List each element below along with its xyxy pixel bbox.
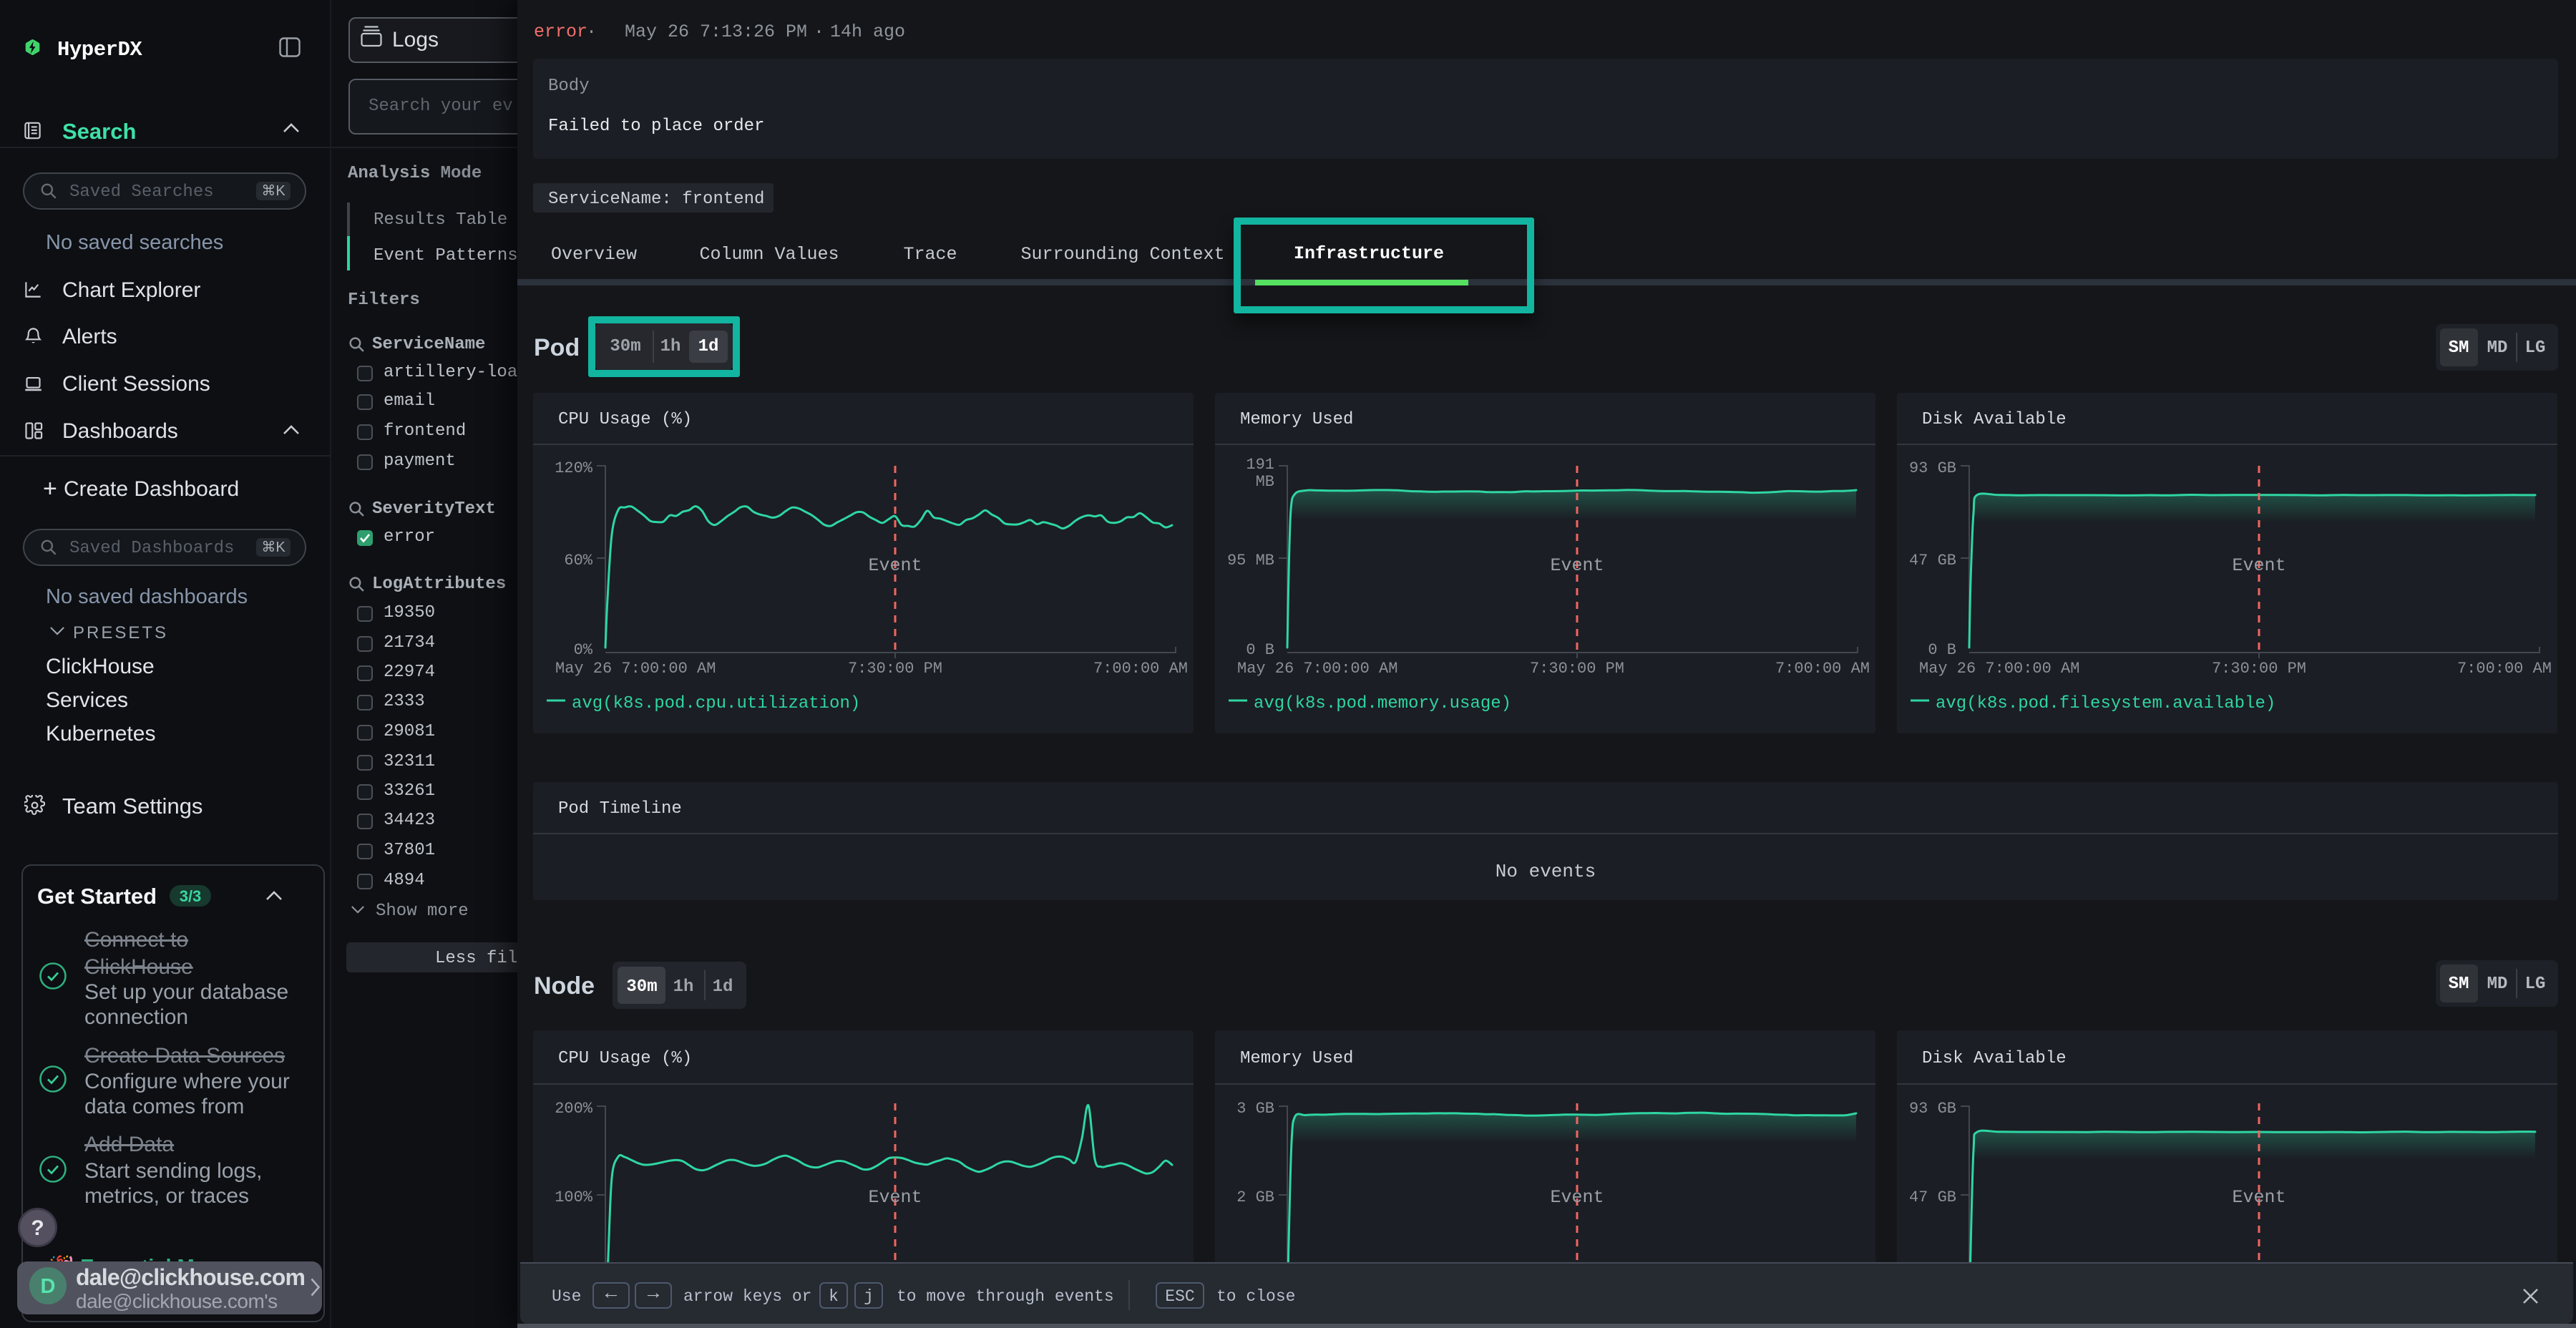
svg-text:0 B: 0 B — [1928, 641, 1956, 659]
svg-text:0%: 0% — [574, 641, 593, 659]
svg-text:May 26 7:00:00 AM: May 26 7:00:00 AM — [1919, 660, 2079, 678]
svg-text:Event: Event — [868, 555, 922, 576]
svg-text:7:30:00 PM: 7:30:00 PM — [1530, 660, 1624, 678]
svg-text:200%: 200% — [555, 1100, 593, 1118]
svg-text:93 GB: 93 GB — [1909, 459, 1956, 477]
svg-text:Event: Event — [2232, 555, 2285, 576]
svg-text:May 26 7:00:00 AM: May 26 7:00:00 AM — [1237, 660, 1397, 678]
svg-text:avg(k8s.pod.memory.usage): avg(k8s.pod.memory.usage) — [1254, 694, 1511, 713]
svg-text:0 B: 0 B — [1246, 641, 1274, 659]
svg-text:100%: 100% — [555, 1188, 593, 1206]
svg-text:93 GB: 93 GB — [1909, 1100, 1956, 1118]
svg-text:7:30:00 PM: 7:30:00 PM — [2212, 660, 2306, 678]
svg-text:95 MB: 95 MB — [1227, 552, 1274, 570]
svg-text:Event: Event — [1550, 1187, 1604, 1208]
svg-text:Event: Event — [2232, 1187, 2285, 1208]
svg-text:47 GB: 47 GB — [1909, 1188, 1956, 1206]
svg-text:7:00:00 AM: 7:00:00 AM — [1093, 660, 1188, 678]
svg-text:Event: Event — [868, 1187, 922, 1208]
svg-text:191: 191 — [1246, 456, 1274, 474]
svg-text:avg(k8s.pod.filesystem.availab: avg(k8s.pod.filesystem.available) — [1936, 694, 2275, 713]
svg-text:2 GB: 2 GB — [1236, 1188, 1274, 1206]
svg-text:Event: Event — [1550, 555, 1604, 576]
svg-text:47 GB: 47 GB — [1909, 552, 1956, 570]
svg-text:60%: 60% — [564, 552, 592, 570]
svg-text:MB: MB — [1256, 473, 1274, 491]
svg-text:120%: 120% — [555, 459, 593, 477]
svg-text:7:00:00 AM: 7:00:00 AM — [1775, 660, 1870, 678]
svg-text:avg(k8s.pod.cpu.utilization): avg(k8s.pod.cpu.utilization) — [572, 694, 860, 713]
svg-text:3 GB: 3 GB — [1236, 1100, 1274, 1118]
svg-text:May 26 7:00:00 AM: May 26 7:00:00 AM — [555, 660, 716, 678]
svg-text:7:30:00 PM: 7:30:00 PM — [848, 660, 942, 678]
svg-text:7:00:00 AM: 7:00:00 AM — [2457, 660, 2552, 678]
